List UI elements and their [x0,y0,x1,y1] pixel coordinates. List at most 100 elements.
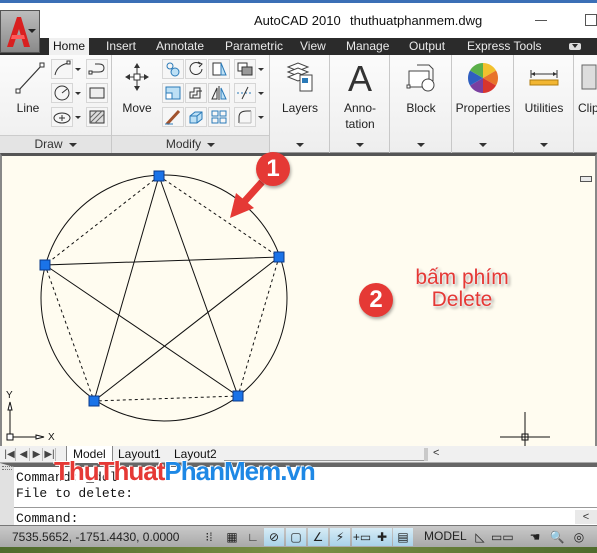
clipboard-panel[interactable]: Clip [574,55,597,153]
mirror-button[interactable] [208,83,230,103]
draw-panel-title[interactable]: Draw [0,135,111,153]
tab-view[interactable]: View [296,38,330,55]
ellipse-button[interactable] [51,107,73,127]
command-window-grip[interactable] [2,466,12,470]
array-button[interactable] [208,107,230,127]
tab-express-tools[interactable]: Express Tools [463,38,545,55]
ribbon-minimize-button[interactable] [569,43,581,50]
file-name: thuthuatphanmem.dwg [350,13,483,28]
annotation-panel[interactable]: A Anno- tation [330,55,390,153]
chevron-down-icon [478,143,487,147]
steering-wheel-icon[interactable]: ◎ [569,528,589,546]
stretch-button[interactable] [208,59,230,79]
object-snap-button[interactable]: ▢ [286,528,306,546]
circle-shape[interactable] [40,174,288,422]
minimize-button[interactable] [535,20,547,21]
clipboard-button[interactable]: Clip [578,59,597,116]
layers-panel[interactable]: Layers [270,55,330,153]
polyline-icon [54,60,71,76]
next-layout-button[interactable]: ▶ [31,448,43,461]
maximize-button[interactable] [585,14,597,26]
fillet-button[interactable] [234,107,256,127]
3d-object-snap-button[interactable]: ∠ [308,528,328,546]
horizontal-scrollbar-thumb[interactable] [424,448,428,461]
draworder-dropdown[interactable] [257,59,265,79]
block-panel[interactable]: Block [390,55,452,153]
circle-dropdown[interactable] [74,83,82,103]
hatch-icon [89,110,105,124]
layout-view-button[interactable]: ◺ [470,528,490,546]
grip-handle[interactable] [39,259,51,271]
3dmove-button[interactable] [185,107,207,127]
command-history-line-2: File to delete: [16,486,134,501]
fillet-dropdown[interactable] [257,107,265,127]
grip-handle[interactable] [88,395,100,407]
rectangle-button[interactable] [86,83,108,103]
properties-button[interactable]: Properties [452,59,514,116]
tab-parametric[interactable]: Parametric [221,38,287,55]
ellipse-icon [53,112,71,124]
pan-icon[interactable]: ☚ [525,528,545,546]
model-space-toggle[interactable]: MODEL [424,529,467,543]
step-badge-2: 2 [359,283,393,317]
drawing-canvas[interactable]: Y X 1 2 bấm phím Delete [0,152,597,446]
grip-handle[interactable] [273,251,285,263]
scroll-left-icon[interactable]: < [433,447,439,459]
object-snap-tracking-button[interactable]: ⚡ [330,528,350,546]
move-button[interactable]: Move [117,59,157,116]
dynamic-input-button[interactable]: ✚ [372,528,392,546]
move-icon [125,63,149,91]
zoom-icon[interactable]: 🔍 [547,528,567,546]
tab-output[interactable]: Output [405,38,449,55]
first-layout-button[interactable]: |◀ [4,448,16,461]
scale-button[interactable] [162,83,184,103]
tab-insert[interactable]: Insert [102,38,140,55]
hatch-button[interactable] [86,107,108,127]
erase-button[interactable] [162,107,184,127]
polyline-button[interactable] [51,59,73,79]
properties-panel[interactable]: Properties [452,55,514,153]
utilities-panel[interactable]: Utilities [514,55,574,153]
snap-mode-button[interactable]: ⁝⁞ [199,528,219,546]
trim-dropdown[interactable] [257,83,265,103]
ellipse-dropdown[interactable] [74,107,82,127]
dynamic-ucs-button[interactable]: +▭ [352,528,372,546]
block-button[interactable]: Block [390,59,452,116]
block-label: Block [406,101,436,115]
chevron-down-icon [355,143,364,147]
tab-home[interactable]: Home [49,38,90,55]
annotation-button[interactable]: A Anno- tation [330,57,390,132]
polar-tracking-button[interactable]: ⊘ [264,528,284,546]
modify-panel-title[interactable]: Modify [112,135,269,153]
draworder-button[interactable] [234,59,256,79]
tab-annotate[interactable]: Annotate [152,38,208,55]
rotate-button[interactable] [185,59,207,79]
trim-button[interactable] [234,83,256,103]
trim-icon [237,86,253,100]
circle-button[interactable] [51,83,73,103]
copy-button[interactable] [162,59,184,79]
command-scroll-button[interactable]: < [575,510,597,524]
line-button[interactable]: Line [8,59,48,116]
prev-layout-button[interactable]: ◀ [18,448,30,461]
spline-icon [88,63,105,75]
layers-icon [286,62,313,92]
spline-button[interactable] [86,59,108,79]
grip-handle[interactable] [153,170,165,182]
block-icon [406,64,435,92]
ortho-mode-button[interactable]: ∟ [243,528,263,546]
tab-manage[interactable]: Manage [342,38,393,55]
quick-view-drawings-button[interactable]: ▭▭ [491,528,514,546]
watermark-logo: ThuThuatPhanMem.vn [54,456,316,487]
layers-button[interactable]: Layers [270,59,330,116]
command-prompt-input[interactable]: Command: [16,511,78,526]
application-menu-button[interactable] [0,10,40,53]
polyline-dropdown[interactable] [74,59,82,79]
grid-display-button[interactable]: ▦ [222,528,242,546]
grip-handle[interactable] [232,390,244,402]
lineweight-button[interactable]: ▤ [393,528,413,546]
offset-button[interactable] [185,83,207,103]
utilities-button[interactable]: Utilities [514,59,574,116]
offset-icon [189,87,202,99]
viewport-minimize-button[interactable] [580,176,592,182]
